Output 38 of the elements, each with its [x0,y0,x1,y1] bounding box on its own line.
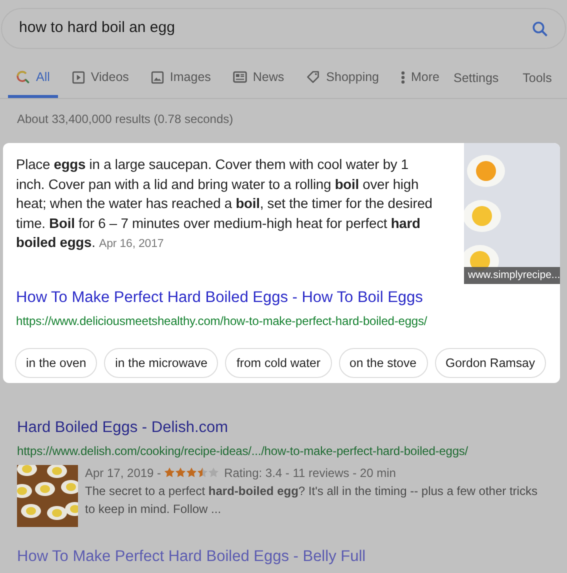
result-title-link[interactable]: How To Make Perfect Hard Boiled Eggs - How To Boil Eggs [16,286,560,310]
tab[interactable]: Images [142,59,219,98]
tab[interactable]: Videos [64,59,137,98]
newspaper-icon [232,71,247,83]
tab[interactable]: More [393,59,448,98]
tag-icon [306,70,320,84]
result-title-link[interactable]: How To Make Perfect Hard Boiled Eggs - Belly Full [17,545,567,568]
result-date: Apr 17, 2019 - [85,464,162,482]
tools-link[interactable]: Settings [453,69,499,88]
suggestion-chip[interactable]: in the microwave [104,348,218,378]
image-icon [150,70,164,84]
snippet-text: Place eggs in a large saucepan. Cover them with cool water by 1 inch. Cover pan with a lid and bring water to a rolling boil over high heat; when the water has reached a boil, set the timer for the desired time. Boil for 6 – 7 minutes over medium-high heat for perfect hard boiled eggs. Apr 16, 2017 [15,156,434,252]
result-url: https://www.delish.com/cooking/recipe-ideas/.../how-to-make-perfect-hard-boiled-eggs/ [17,443,470,460]
result-stats: About 33,400,000 results (0.78 seconds) [17,111,234,128]
suggestion-chip[interactable]: from cold water [225,348,332,378]
result-url: https://www.deliciousmeetshealthy.com/how-to-make-perfect-hard-boiled-eggs/ [16,313,428,330]
suggestion-chip[interactable]: on the stove [338,348,428,378]
more-icon [401,70,405,84]
play-icon [72,70,85,84]
star-icon [186,467,198,478]
suggestion-chip[interactable]: in the oven [15,348,98,378]
tab[interactable]: News [224,59,292,98]
star-icon [164,467,176,478]
suggestion-chip[interactable]: Gordon Ramsay [434,348,546,378]
tools-link[interactable]: Tools [522,69,552,88]
result-title-link[interactable]: Hard Boiled Eggs - Delish.com [17,416,567,440]
search-field[interactable]: how to hard boil an egg [1,8,566,49]
rating-meta: Rating: 3.4 - 11 reviews - 20 min [224,464,396,482]
search-icon[interactable] [531,20,549,38]
star-icon [175,467,186,478]
tab[interactable]: Shopping [298,59,387,98]
star-icon [197,467,208,478]
snippet-date: Apr 16, 2017 [99,238,164,250]
tab[interactable]: All [8,59,58,98]
image-caption: www.simplyrecipe... [464,267,560,284]
search-icon [16,70,30,84]
result-description: The secret to a perfect hard-boiled egg? It's all in the timing -- plus a few other tricks to keep in mind. Follow ... [85,483,538,518]
star-icon [208,467,220,478]
